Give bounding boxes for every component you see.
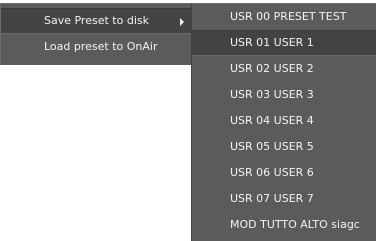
submenu-item-usr-05[interactable]: USR 05 USER 5 — [192, 134, 376, 160]
submenu-item-usr-06[interactable]: USR 06 USER 6 — [192, 160, 376, 186]
submenu-item-mod-tutto-alto[interactable]: MOD TUTTO ALTO siagc — [192, 212, 376, 238]
submenu-item-usr-03[interactable]: USR 03 USER 3 — [192, 82, 376, 108]
submenu-item-label: USR 07 USER 7 — [230, 192, 314, 205]
screen: Save Preset to disk Load preset to OnAir… — [0, 0, 383, 241]
submenu-item-label: USR 06 USER 6 — [230, 166, 314, 179]
context-menu: Save Preset to disk Load preset to OnAir — [0, 3, 191, 65]
submenu-item-usr-02[interactable]: USR 02 USER 2 — [192, 56, 376, 82]
menu-item-label: Save Preset to disk — [44, 14, 149, 27]
submenu-item-usr-07[interactable]: USR 07 USER 7 — [192, 186, 376, 212]
submenu-item-usr-01[interactable]: USR 01 USER 1 — [192, 30, 376, 56]
menu-item-load-preset-to-onair[interactable]: Load preset to OnAir — [1, 34, 191, 60]
submenu-item-label: USR 04 USER 4 — [230, 114, 314, 127]
submenu-item-label: USR 05 USER 5 — [230, 140, 314, 153]
submenu-item-usr-04[interactable]: USR 04 USER 4 — [192, 108, 376, 134]
submenu-item-usr-00[interactable]: USR 00 PRESET TEST — [192, 4, 376, 30]
menu-item-label: Load preset to OnAir — [44, 40, 158, 53]
submenu-item-label: USR 03 USER 3 — [230, 88, 314, 101]
submenu-item-label: USR 02 USER 2 — [230, 62, 314, 75]
menu-item-save-preset-to-disk[interactable]: Save Preset to disk — [1, 8, 191, 34]
preset-submenu: USR 00 PRESET TEST USR 01 USER 1 USR 02 … — [191, 3, 376, 241]
submenu-item-label: MOD TUTTO ALTO siagc — [230, 218, 360, 231]
submenu-item-label: USR 01 USER 1 — [230, 36, 314, 49]
chevron-right-icon — [180, 18, 184, 26]
submenu-item-label: USR 00 PRESET TEST — [230, 10, 347, 23]
